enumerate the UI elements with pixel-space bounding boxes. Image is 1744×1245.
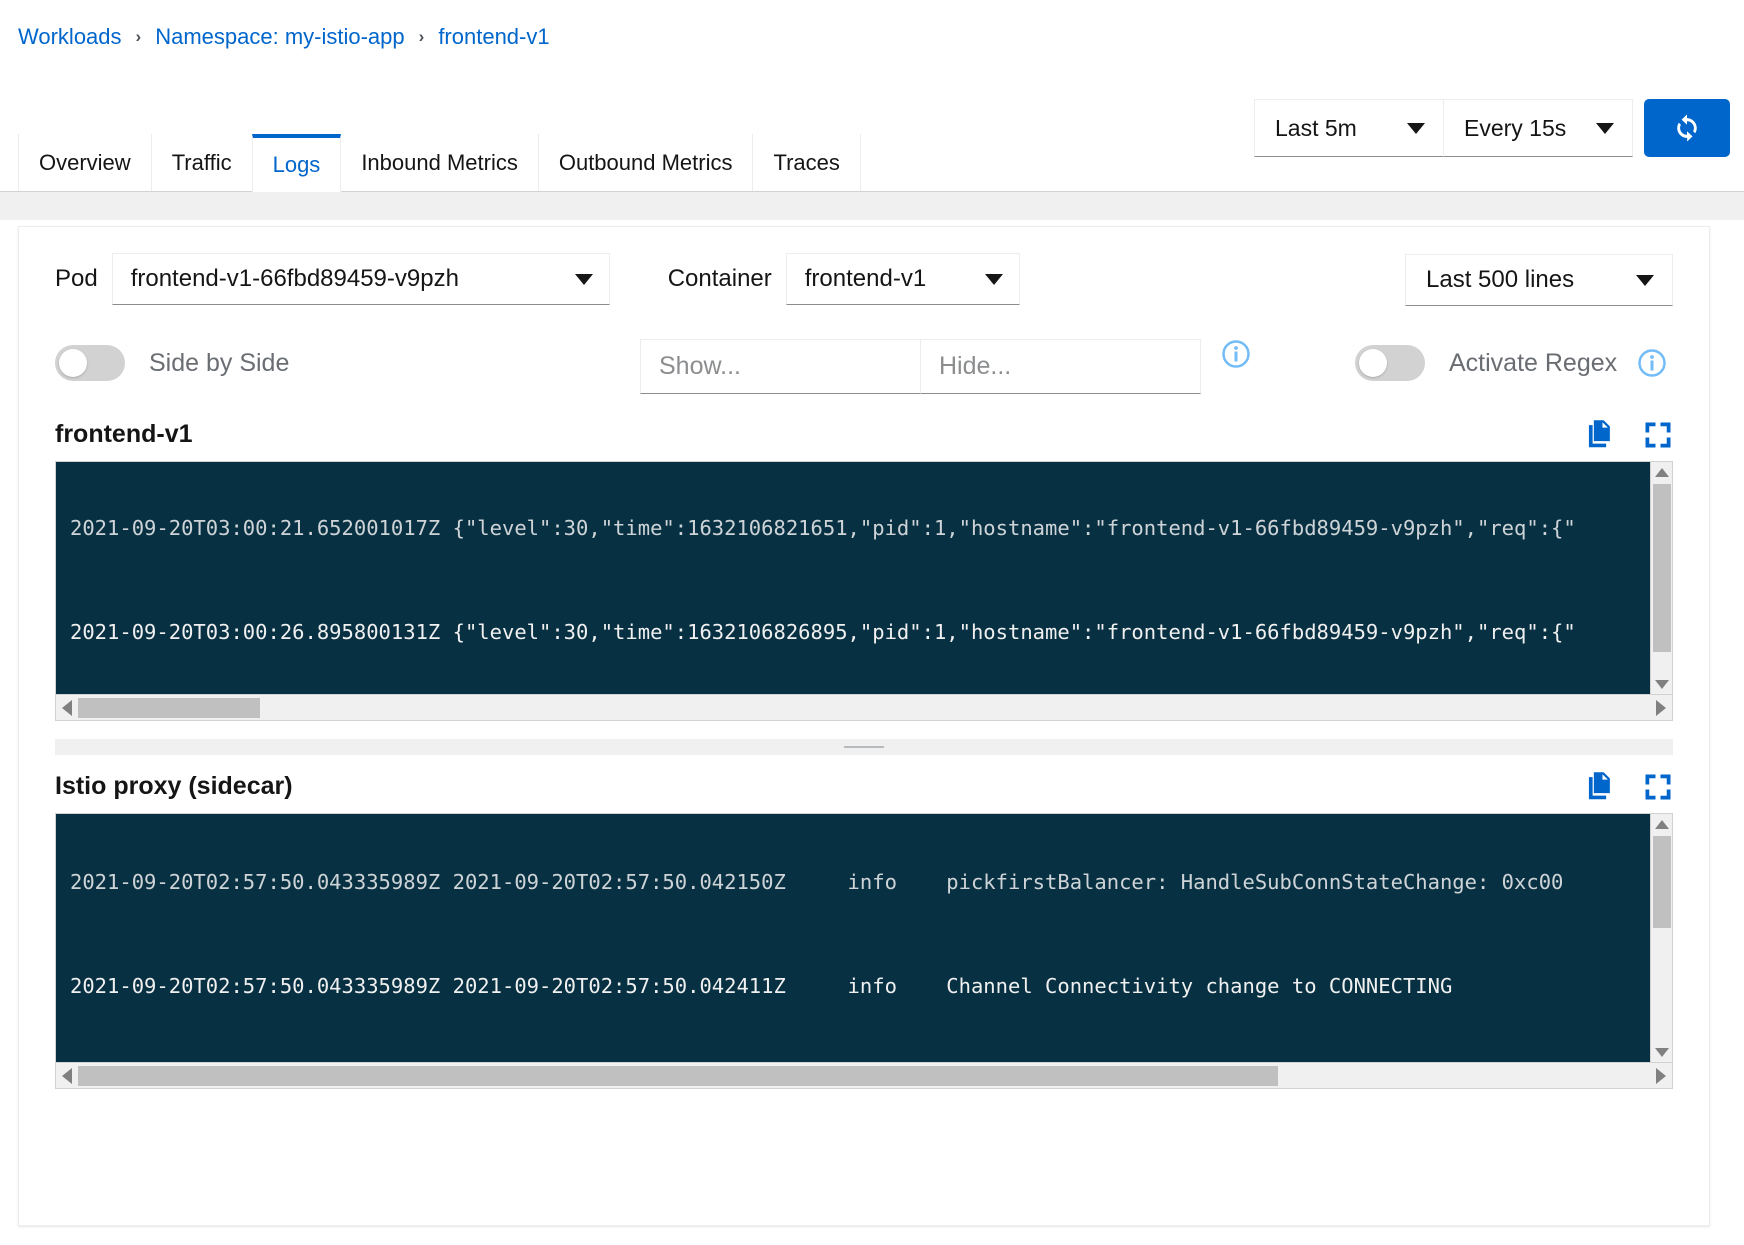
breadcrumb: Workloads › Namespace: my-istio-app › fr… [18,24,550,50]
app-log-console-wrap: 2021-09-20T03:00:21.652001017Z {"level":… [55,461,1673,721]
scroll-up-arrow-icon[interactable] [1651,814,1672,834]
container-select-value: frontend-v1 [804,265,927,292]
app-log-section: frontend-v1 2021-09-20T03:00:21.65200101… [55,419,1673,721]
tab-traffic[interactable]: Traffic [150,134,253,192]
proxy-log-vertical-scrollbar[interactable] [1650,814,1672,1062]
tab-overview[interactable]: Overview [18,134,152,192]
fullscreen-icon [1645,774,1671,800]
container-label: Container [667,265,772,292]
side-by-side-label: Side by Side [149,348,290,377]
app-log-line-partial: 2021-09-20T03:00:21.652001017Z {"level":… [70,516,1576,540]
chevron-down-icon [574,273,593,285]
proxy-log-section: Istio proxy (sidecar) 2021-09-20T02:57:5… [55,771,1673,1089]
proxy-log-tools [1585,771,1673,813]
scrollbar-thumb[interactable] [78,697,260,718]
copy-icon [1588,420,1610,448]
pod-select[interactable]: frontend-v1-66fbd89459-v9pzh [111,253,610,305]
app-log-line: 2021-09-20T03:00:26.895800131Z {"level":… [70,619,1576,644]
regex-info-icon[interactable] [1637,348,1667,378]
hide-filter-input[interactable] [920,339,1201,394]
app-log-fullscreen-button[interactable] [1643,420,1673,450]
logs-card: Pod frontend-v1-66fbd89459-v9pzh Contain… [18,226,1710,1226]
side-by-side-group: Side by Side [55,345,289,381]
tab-outbound-metrics[interactable]: Outbound Metrics [537,134,754,192]
chevron-down-icon [1636,274,1654,286]
filter-info-icon[interactable] [1221,339,1251,369]
activate-regex-label: Activate Regex [1449,348,1618,377]
log-filters [640,339,1251,394]
toggle-knob [1359,349,1387,377]
fullscreen-icon [1645,422,1671,448]
scrollbar-track[interactable] [78,697,1650,719]
scroll-left-arrow-icon[interactable] [56,1063,78,1089]
proxy-log-line-partial: 2021-09-20T02:57:50.043335989Z 2021-09-2… [70,870,1564,894]
tail-lines-select[interactable]: Last 500 lines [1405,254,1673,306]
proxy-log-title: Istio proxy (sidecar) [55,772,293,800]
time-controls: Last 5m Every 15s [1254,99,1730,157]
chevron-down-icon [984,273,1003,285]
duration-select-value: Last 5m [1275,114,1357,141]
proxy-log-horizontal-scrollbar[interactable] [56,1062,1672,1088]
breadcrumb-item-namespace[interactable]: Namespace: my-istio-app [155,24,404,50]
scrollbar-track[interactable] [78,1065,1650,1087]
chevron-down-icon [1407,122,1425,134]
breadcrumb-item-workload[interactable]: frontend-v1 [438,24,549,50]
proxy-log-line: 2021-09-20T02:57:50.043335989Z 2021-09-2… [70,973,1453,998]
app-log-console[interactable]: 2021-09-20T03:00:21.652001017Z {"level":… [56,462,1672,694]
tab-logs[interactable]: Logs [251,134,342,192]
log-panes-splitter[interactable] [55,739,1673,755]
refresh-interval-select[interactable]: Every 15s [1443,99,1633,157]
scroll-left-arrow-icon[interactable] [56,695,78,721]
app-log-tools [1585,419,1673,461]
app-log-vertical-scrollbar[interactable] [1650,462,1672,694]
proxy-log-console-wrap: 2021-09-20T02:57:50.043335989Z 2021-09-2… [55,813,1673,1089]
app-log-header: frontend-v1 [55,419,1673,461]
scroll-right-arrow-icon[interactable] [1650,1063,1672,1089]
kiali-workload-logs-page: Workloads › Namespace: my-istio-app › fr… [0,0,1744,1245]
scrollbar-thumb[interactable] [1653,836,1671,928]
pod-label: Pod [55,265,98,292]
side-by-side-toggle[interactable] [55,345,125,381]
show-filter-input[interactable] [640,339,921,394]
splitter-grip-icon [844,746,884,748]
copy-icon [1588,772,1610,800]
scroll-down-arrow-icon[interactable] [1651,1042,1672,1062]
breadcrumb-item-workloads[interactable]: Workloads [18,24,122,50]
container-select[interactable]: frontend-v1 [785,253,1020,305]
breadcrumb-separator-icon: › [418,27,425,46]
tab-traces[interactable]: Traces [752,134,861,192]
tab-inbound-metrics[interactable]: Inbound Metrics [340,134,539,192]
activate-regex-group: Activate Regex [1355,345,1667,381]
tail-lines-select-value: Last 500 lines [1426,266,1575,293]
app-log-horizontal-scrollbar[interactable] [56,694,1672,720]
refresh-button[interactable] [1644,99,1730,157]
scroll-down-arrow-icon[interactable] [1651,674,1672,694]
header-strip [0,192,1744,220]
proxy-log-copy-button[interactable] [1585,771,1615,803]
scrollbar-thumb[interactable] [78,1065,1278,1086]
breadcrumb-separator-icon: › [135,27,142,46]
filter-row: Side by Side Activate Regex [55,339,1673,399]
app-log-copy-button[interactable] [1585,419,1615,451]
scroll-right-arrow-icon[interactable] [1650,695,1672,721]
refresh-interval-select-value: Every 15s [1464,114,1567,141]
pod-select-value: frontend-v1-66fbd89459-v9pzh [130,265,459,292]
chevron-down-icon [1596,122,1614,134]
duration-select[interactable]: Last 5m [1254,99,1444,157]
scrollbar-thumb[interactable] [1653,484,1671,652]
activate-regex-toggle[interactable] [1355,345,1425,381]
proxy-log-console[interactable]: 2021-09-20T02:57:50.043335989Z 2021-09-2… [56,814,1672,1062]
tab-bar: Overview Traffic Logs Inbound Metrics Ou… [18,134,861,192]
toggle-knob [59,349,87,377]
refresh-icon [1677,114,1697,142]
proxy-log-header: Istio proxy (sidecar) [55,771,1673,813]
pod-container-row: Pod frontend-v1-66fbd89459-v9pzh Contain… [55,253,1020,305]
app-log-title: frontend-v1 [55,420,193,448]
proxy-log-fullscreen-button[interactable] [1643,772,1673,802]
scroll-up-arrow-icon[interactable] [1651,462,1672,482]
